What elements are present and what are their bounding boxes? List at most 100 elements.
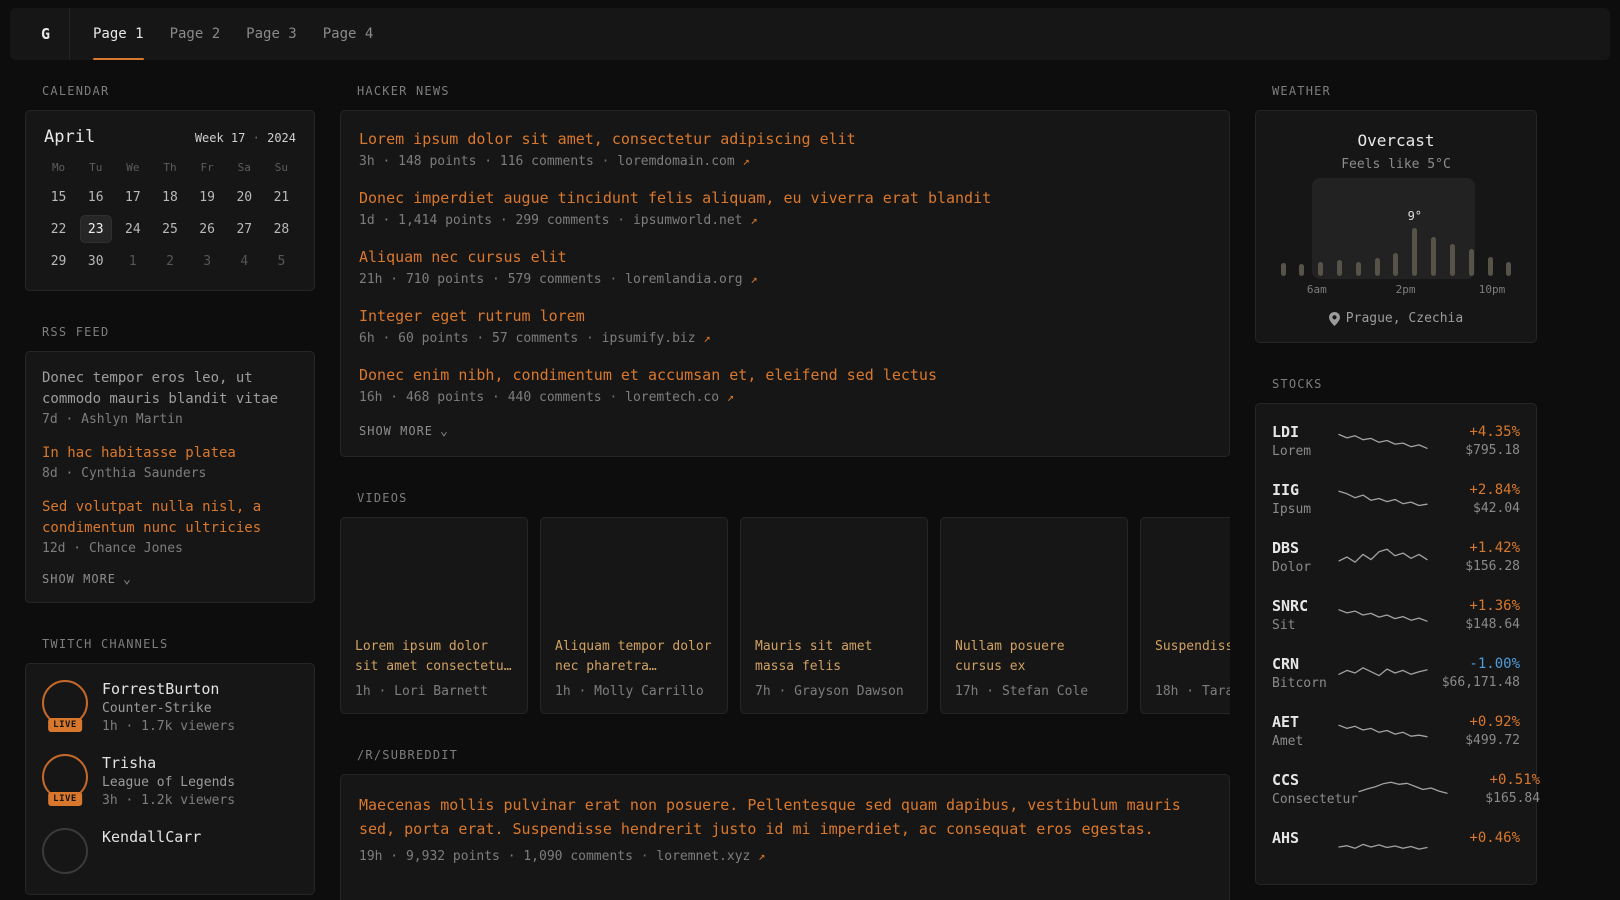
video-title[interactable]: Aliquam tempor dolor nec pharetra… (555, 637, 713, 677)
page-tab[interactable]: Page 1 (80, 8, 157, 60)
hackernews-item-link[interactable]: Aliquam nec cursus elit (359, 247, 1211, 268)
weather-hour-labels: 6am2pm10pm (1276, 283, 1516, 298)
channel-avatar[interactable]: LIVE (42, 754, 88, 800)
stock-row[interactable]: DBS Dolor +1.42% $156.28 (1272, 528, 1520, 586)
video-info: Lorem ipsum dolor sit amet consectetu… 1… (341, 624, 527, 713)
channel-name[interactable]: KendallCarr (102, 828, 201, 846)
video-card[interactable]: Aliquam tempor dolor nec pharetra… 1h · … (540, 517, 728, 714)
video-card[interactable]: Mauris sit amet massa felis 7h · Grayson… (740, 517, 928, 714)
video-title[interactable]: Lorem ipsum dolor sit amet consectetu… (355, 637, 513, 677)
channel-meta: 1h · 1.7k viewers (102, 719, 235, 734)
weather-peak-temp: 9° (1408, 209, 1422, 223)
stock-change: +2.84% (1428, 482, 1520, 498)
app-logo[interactable]: G (22, 8, 70, 60)
calendar-year: 2024 (267, 131, 296, 145)
video-card[interactable]: Nullam posuere cursus ex 17h · Stefan Co… (940, 517, 1128, 714)
channel-game: League of Legends (102, 775, 235, 790)
stock-row[interactable]: IIG Ipsum +2.84% $42.04 (1272, 470, 1520, 528)
channel-avatar[interactable]: LIVE (42, 828, 88, 874)
video-title[interactable]: Suspendisse diam (1155, 637, 1230, 677)
video-title[interactable]: Nullam posuere cursus ex (955, 637, 1113, 677)
dot-separator: · (609, 390, 617, 405)
calendar-day: 24 (118, 216, 148, 242)
hackernews-show-more-button[interactable]: SHOW MORE ⌄ (359, 424, 449, 438)
stock-price: $499.72 (1428, 733, 1520, 748)
stock-ticker[interactable]: SNRC (1272, 597, 1338, 615)
channel-info: KendallCarr (102, 828, 201, 849)
stock-row[interactable]: AET Amet +0.92% $499.72 (1272, 702, 1520, 760)
page-tab[interactable]: Page 3 (233, 8, 310, 60)
video-thumbnail[interactable] (741, 518, 927, 624)
rss-item-link[interactable]: Sed volutpat nulla nisl, a condimentum n… (42, 497, 298, 539)
video-meta: 7h · Grayson Dawson (755, 684, 913, 699)
twitch-channel-item[interactable]: LIVE KendallCarr (42, 828, 298, 874)
hackernews-list: Lorem ipsum dolor sit amet, consectetur … (359, 129, 1211, 405)
calendar-widget: CALENDAR April Week 17 · 2024 MoTuWeThFr… (25, 84, 315, 291)
video-title[interactable]: Mauris sit amet massa felis (755, 637, 913, 677)
hackernews-item-link[interactable]: Integer eget rutrum lorem (359, 306, 1211, 327)
live-badge: LIVE (48, 792, 82, 806)
video-thumbnail[interactable] (341, 518, 527, 624)
video-thumbnail[interactable] (541, 518, 727, 624)
rss-show-more-button[interactable]: SHOW MORE ⌄ (42, 572, 132, 586)
calendar-dow-label: Th (163, 161, 176, 174)
page-tab[interactable]: Page 2 (157, 8, 234, 60)
weather-bar (1504, 262, 1514, 276)
hackernews-item-link[interactable]: Lorem ipsum dolor sit amet, consectetur … (359, 129, 1211, 150)
channel-avatar[interactable]: LIVE (42, 680, 88, 726)
left-column: CALENDAR April Week 17 · 2024 MoTuWeThFr… (25, 84, 315, 900)
stock-ticker[interactable]: DBS (1272, 539, 1338, 557)
external-link-icon: ↗ (750, 272, 757, 286)
stock-row[interactable]: LDI Lorem +4.35% $795.18 (1272, 412, 1520, 470)
hackernews-item-domain[interactable]: ipsumworld.net (633, 213, 743, 228)
hackernews-item-link[interactable]: Donec enim nibh, condimentum et accumsan… (359, 365, 1211, 386)
stock-sparkline (1338, 426, 1428, 456)
weather-widget-title: WEATHER (1272, 84, 1537, 98)
rss-item-link[interactable]: In hac habitasse platea (42, 443, 298, 464)
weather-bar (1372, 258, 1382, 276)
calendar-day: 27 (229, 216, 259, 242)
video-thumbnail[interactable] (1141, 518, 1230, 624)
twitch-channel-item[interactable]: LIVE Trisha League of Legends 3h · 1.2k … (42, 754, 298, 808)
dot-separator: · (617, 213, 625, 228)
twitch-channel-item[interactable]: LIVE ForrestBurton Counter-Strike 1h · 1… (42, 680, 298, 734)
stock-ticker[interactable]: IIG (1272, 481, 1338, 499)
hackernews-item-domain[interactable]: loremlandia.org (625, 272, 742, 287)
rss-item-link[interactable]: Donec tempor eros leo, ut commodo mauris… (42, 368, 298, 410)
hackernews-item-domain[interactable]: loremtech.co (625, 390, 719, 405)
calendar-dow-label: Tu (89, 161, 102, 174)
external-link-icon: ↗ (727, 390, 734, 404)
stock-ticker[interactable]: CRN (1272, 655, 1338, 673)
hackernews-item-meta: 21h · 710 points · 579 comments · loreml… (359, 272, 1211, 287)
hackernews-item-domain[interactable]: ipsumify.biz (602, 331, 696, 346)
stock-name: Dolor (1272, 560, 1338, 575)
weather-bar (1316, 262, 1326, 276)
video-card[interactable]: Lorem ipsum dolor sit amet consectetu… 1… (340, 517, 528, 714)
hackernews-item-domain[interactable]: loremdomain.com (617, 154, 734, 169)
stock-ticker[interactable]: LDI (1272, 423, 1338, 441)
twitch-card: LIVE ForrestBurton Counter-Strike 1h · 1… (25, 663, 315, 895)
stock-ticker[interactable]: CCS (1272, 771, 1358, 789)
stock-change: +0.46% (1428, 830, 1520, 846)
channel-name[interactable]: ForrestBurton (102, 680, 235, 698)
video-thumbnail[interactable] (941, 518, 1127, 624)
stock-row[interactable]: AHS +0.46% (1272, 818, 1520, 876)
channel-name[interactable]: Trisha (102, 754, 235, 772)
stock-sparkline (1358, 774, 1448, 804)
hackernews-item-stats: 1d · 1,414 points · 299 comments (359, 213, 609, 228)
video-card[interactable]: Suspendisse diam 18h · Tara (1140, 517, 1230, 714)
page-tab[interactable]: Page 4 (310, 8, 387, 60)
hackernews-card: Lorem ipsum dolor sit amet, consectetur … (340, 110, 1230, 457)
stock-ticker[interactable]: AHS (1272, 829, 1338, 847)
subreddit-post-domain[interactable]: loremnet.xyz (656, 849, 750, 864)
weather-hour-label: 6am (1307, 283, 1327, 296)
hackernews-item-link[interactable]: Donec imperdiet augue tincidunt felis al… (359, 188, 1211, 209)
weather-bars: 9° (1276, 188, 1516, 276)
subreddit-post-link[interactable]: Maecenas mollis pulvinar erat non posuer… (359, 793, 1211, 841)
weather-hour-label: 2pm (1396, 283, 1416, 296)
stock-ticker[interactable]: AET (1272, 713, 1338, 731)
stock-row[interactable]: CCS Consectetur +0.51% $165.84 (1272, 760, 1520, 818)
stock-row[interactable]: SNRC Sit +1.36% $148.64 (1272, 586, 1520, 644)
stock-row[interactable]: CRN Bitcorn -1.00% $66,171.48 (1272, 644, 1520, 702)
stock-identity: SNRC Sit (1272, 597, 1338, 633)
